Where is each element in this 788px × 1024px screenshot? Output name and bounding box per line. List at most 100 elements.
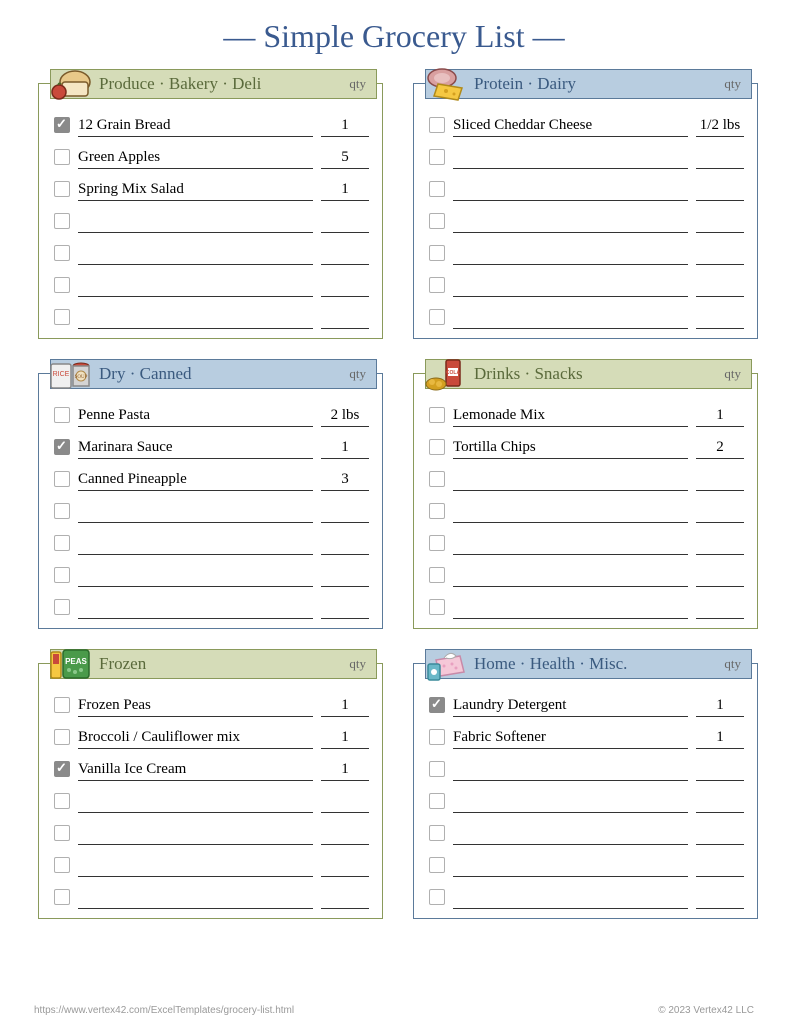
item-name[interactable] [78, 889, 313, 909]
checkbox[interactable] [429, 503, 445, 519]
checkbox[interactable] [429, 567, 445, 583]
item-name[interactable]: Vanilla Ice Cream [78, 761, 313, 781]
item-name[interactable] [453, 761, 688, 781]
item-qty[interactable]: 1 [321, 697, 369, 717]
item-name[interactable] [453, 149, 688, 169]
item-qty[interactable] [696, 149, 744, 169]
item-name[interactable]: Canned Pineapple [78, 471, 313, 491]
item-qty[interactable] [321, 535, 369, 555]
checkbox[interactable] [54, 825, 70, 841]
item-qty[interactable] [696, 825, 744, 845]
checkbox[interactable] [429, 889, 445, 905]
checkbox[interactable] [429, 599, 445, 615]
item-qty[interactable] [321, 825, 369, 845]
item-qty[interactable] [696, 181, 744, 201]
item-name[interactable]: Spring Mix Salad [78, 181, 313, 201]
item-qty[interactable] [696, 857, 744, 877]
item-name[interactable] [453, 793, 688, 813]
item-qty[interactable] [321, 309, 369, 329]
checkbox[interactable] [429, 309, 445, 325]
item-name[interactable] [453, 181, 688, 201]
item-name[interactable]: Fabric Softener [453, 729, 688, 749]
checkbox[interactable] [54, 729, 70, 745]
item-qty[interactable] [696, 599, 744, 619]
checkbox[interactable] [429, 825, 445, 841]
item-qty[interactable]: 5 [321, 149, 369, 169]
item-name[interactable] [453, 857, 688, 877]
checkbox[interactable] [429, 535, 445, 551]
checkbox[interactable] [54, 535, 70, 551]
checkbox[interactable] [429, 407, 445, 423]
checkbox[interactable] [429, 471, 445, 487]
item-qty[interactable] [696, 793, 744, 813]
item-qty[interactable] [321, 567, 369, 587]
checkbox[interactable] [54, 471, 70, 487]
item-qty[interactable]: 2 lbs [321, 407, 369, 427]
checkbox[interactable] [54, 889, 70, 905]
item-name[interactable]: Marinara Sauce [78, 439, 313, 459]
checkbox[interactable] [429, 793, 445, 809]
checkbox[interactable] [429, 857, 445, 873]
item-name[interactable]: 12 Grain Bread [78, 117, 313, 137]
item-name[interactable]: Penne Pasta [78, 407, 313, 427]
checkbox[interactable] [54, 857, 70, 873]
item-qty[interactable]: 1 [321, 761, 369, 781]
checkbox[interactable] [54, 149, 70, 165]
item-name[interactable] [453, 277, 688, 297]
item-name[interactable] [453, 245, 688, 265]
checkbox[interactable] [54, 503, 70, 519]
item-qty[interactable]: 1 [696, 407, 744, 427]
item-name[interactable] [453, 503, 688, 523]
checkbox[interactable] [54, 181, 70, 197]
item-qty[interactable] [321, 245, 369, 265]
item-name[interactable] [78, 309, 313, 329]
checkbox[interactable] [54, 793, 70, 809]
item-name[interactable]: Broccoli / Cauliflower mix [78, 729, 313, 749]
checkbox[interactable] [54, 567, 70, 583]
item-name[interactable] [78, 793, 313, 813]
item-name[interactable]: Frozen Peas [78, 697, 313, 717]
checkbox[interactable] [429, 729, 445, 745]
checkbox[interactable] [54, 761, 70, 777]
item-qty[interactable] [321, 503, 369, 523]
item-name[interactable] [78, 213, 313, 233]
checkbox[interactable] [429, 149, 445, 165]
checkbox[interactable] [54, 309, 70, 325]
item-qty[interactable] [696, 503, 744, 523]
checkbox[interactable] [54, 117, 70, 133]
checkbox[interactable] [54, 697, 70, 713]
item-name[interactable] [78, 535, 313, 555]
item-name[interactable]: Lemonade Mix [453, 407, 688, 427]
checkbox[interactable] [54, 245, 70, 261]
item-name[interactable] [78, 599, 313, 619]
checkbox[interactable] [429, 117, 445, 133]
item-name[interactable] [453, 567, 688, 587]
item-qty[interactable] [321, 277, 369, 297]
checkbox[interactable] [54, 407, 70, 423]
item-qty[interactable] [321, 889, 369, 909]
item-name[interactable] [453, 471, 688, 491]
item-name[interactable]: Tortilla Chips [453, 439, 688, 459]
checkbox[interactable] [54, 599, 70, 615]
checkbox[interactable] [54, 213, 70, 229]
item-name[interactable] [453, 599, 688, 619]
item-qty[interactable] [321, 793, 369, 813]
item-name[interactable] [453, 825, 688, 845]
item-qty[interactable] [696, 889, 744, 909]
item-qty[interactable] [321, 599, 369, 619]
checkbox[interactable] [429, 213, 445, 229]
item-name[interactable]: Laundry Detergent [453, 697, 688, 717]
checkbox[interactable] [429, 277, 445, 293]
item-qty[interactable] [696, 245, 744, 265]
checkbox[interactable] [54, 277, 70, 293]
item-qty[interactable]: 1 [696, 729, 744, 749]
item-name[interactable] [453, 309, 688, 329]
item-qty[interactable]: 1 [321, 181, 369, 201]
item-qty[interactable] [321, 213, 369, 233]
item-qty[interactable] [696, 471, 744, 491]
item-qty[interactable]: 1 [321, 729, 369, 749]
item-qty[interactable] [696, 277, 744, 297]
checkbox[interactable] [429, 245, 445, 261]
item-name[interactable] [78, 567, 313, 587]
item-name[interactable] [453, 535, 688, 555]
